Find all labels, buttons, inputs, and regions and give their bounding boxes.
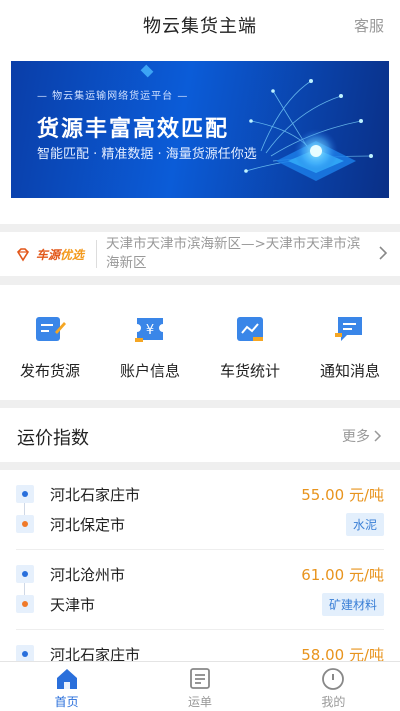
banner-subtitle: — 物云集运输网络货运平台 —	[37, 91, 189, 102]
tab-waybill[interactable]: 运单	[133, 662, 266, 711]
origin-dot-icon	[16, 485, 34, 503]
waybill-icon	[190, 668, 210, 689]
home-icon	[56, 669, 77, 689]
destination-dot-icon	[16, 515, 34, 533]
promo-banner[interactable]: — 物云集运输网络货运平台 — 货源丰富高效匹配 智能匹配 · 精准数据 · 海…	[11, 61, 389, 198]
banner-description: 智能匹配 · 精准数据 · 海量货源任你选	[37, 147, 257, 162]
chevron-right-icon	[379, 246, 388, 260]
tab-profile[interactable]: 我的	[267, 662, 400, 711]
vehicle-brand-logo: 车源 优选	[16, 246, 84, 263]
brand-text-part1: 车源	[36, 248, 61, 262]
route-origin: 河北石家庄市	[50, 486, 141, 504]
page-title: 物云集货主端	[143, 16, 257, 37]
app-root: 物云集货主端 客服 — 物云集运输网络货运平台 — 货源丰富高效匹配 智能匹配 …	[0, 0, 400, 711]
bottom-tab-bar: 首页 运单 我的	[0, 661, 400, 711]
route-origin: 河北沧州市	[50, 566, 126, 584]
destination-dot-icon	[16, 595, 34, 613]
chevron-right-icon	[374, 430, 382, 442]
action-label: 发布货源	[19, 362, 80, 380]
tab-label: 运单	[187, 695, 212, 709]
brand-text-part2: 优选	[60, 248, 85, 262]
diamond-icon	[16, 247, 30, 262]
vehicle-notice-bar[interactable]: 车源 优选 天津市天津市滨海新区—>天津市天津市滨海新区	[0, 232, 400, 276]
action-account-info[interactable]: ¥ 账户信息	[100, 285, 200, 400]
route-connector	[24, 583, 25, 595]
cargo-type-tag: 矿建材料	[321, 593, 384, 616]
notice-divider	[96, 240, 97, 268]
action-cargo-stats[interactable]: 车货统计	[200, 285, 300, 400]
action-label: 通知消息	[319, 362, 380, 380]
route-connector	[24, 503, 25, 515]
route-row[interactable]: 河北石家庄市 河北保定市 55.00 元/吨 水泥	[16, 470, 384, 550]
message-icon	[335, 317, 362, 341]
price-index-list: 河北石家庄市 河北保定市 55.00 元/吨 水泥 河北沧州市 天津市 61.0…	[0, 470, 400, 670]
price-index-header: 运价指数 更多	[0, 408, 400, 462]
route-price: 55.00 元/吨	[301, 486, 384, 504]
action-label: 车货统计	[219, 362, 280, 380]
banner-headline: 货源丰富高效匹配	[37, 117, 230, 142]
route-destination: 天津市	[50, 596, 96, 614]
publish-icon	[36, 317, 66, 341]
profile-icon	[322, 668, 345, 690]
cargo-type-tag: 水泥	[345, 513, 384, 536]
notice-route-text: 天津市天津市滨海新区—>天津市天津市滨海新区	[106, 236, 361, 271]
more-button[interactable]: 更多	[342, 426, 382, 446]
banner-section: — 物云集运输网络货运平台 — 货源丰富高效匹配 智能匹配 · 精准数据 · 海…	[0, 50, 400, 224]
tab-home[interactable]: 首页	[0, 662, 133, 711]
chart-icon	[237, 317, 263, 341]
route-price: 61.00 元/吨	[301, 566, 384, 584]
quick-actions: 发布货源 ¥ 账户信息 车货统计 通知消息	[0, 285, 400, 400]
origin-dot-icon	[16, 565, 34, 583]
wallet-icon: ¥	[135, 318, 163, 342]
action-label: 账户信息	[119, 362, 180, 380]
tab-label: 我的	[321, 695, 346, 709]
price-index-title: 运价指数	[17, 428, 89, 449]
customer-service-button[interactable]: 客服	[354, 15, 384, 36]
tab-label: 首页	[54, 695, 79, 709]
route-destination: 河北保定市	[50, 516, 126, 534]
action-publish-cargo[interactable]: 发布货源	[0, 285, 100, 400]
svg-text:¥: ¥	[146, 323, 154, 338]
more-label: 更多	[342, 429, 370, 445]
route-row[interactable]: 河北沧州市 天津市 61.00 元/吨 矿建材料	[16, 550, 384, 630]
action-notifications[interactable]: 通知消息	[300, 285, 400, 400]
top-bar: 物云集货主端 客服	[0, 0, 400, 50]
